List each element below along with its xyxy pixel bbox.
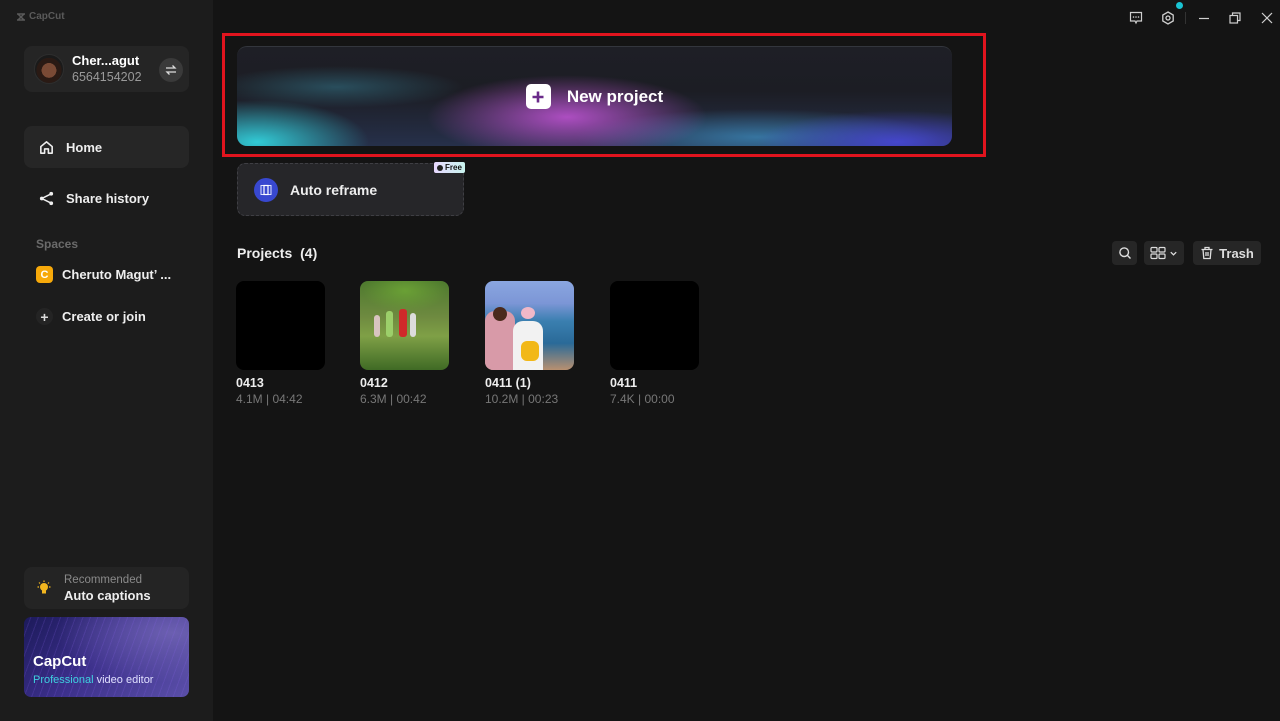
project-meta: 4.1M | 04:42 [236,392,303,406]
sidebar-item-label: Share history [66,190,150,206]
promo-subtitle-rest: video editor [93,674,154,686]
close-icon [1261,12,1273,24]
minimize-button[interactable] [1196,10,1212,26]
free-badge-icon [437,164,443,171]
free-badge-label: Free [445,163,462,172]
sidebar: CapCut Cher...agut 6564154202 Home Share… [0,0,213,721]
promo-title: CapCut [33,653,87,670]
sidebar-item-home[interactable]: Home [24,126,189,168]
capcut-pro-promo-banner[interactable]: CapCut Professional video editor [24,617,189,697]
recommended-auto-captions[interactable]: Recommended Auto captions [24,567,189,609]
project-thumbnail[interactable] [236,281,325,370]
minimize-icon [1199,17,1209,20]
promo-subtitle-accent: Professional [33,674,94,686]
auto-reframe-button[interactable]: Auto reframe [237,163,464,216]
grid-view-icon [1150,246,1166,260]
project-thumbnail[interactable] [485,281,574,370]
plus-icon [525,84,551,109]
capcut-logo-icon [17,12,25,21]
project-card[interactable]: 0413 4.1M | 04:42 [236,281,326,407]
create-or-join-button[interactable]: + Create or join [36,308,146,325]
promo-subtitle: Professional video editor [33,674,153,686]
space-badge: C [36,266,53,283]
app-logo-text: CapCut [29,11,65,22]
settings-button[interactable] [1160,10,1176,26]
account-card[interactable]: Cher...agut 6564154202 [24,46,189,92]
account-name: Cher...agut [72,53,140,68]
thumbnail-figure [410,313,416,337]
auto-reframe-label: Auto reframe [290,181,378,198]
project-name: 0412 [360,376,388,390]
create-or-join-label: Create or join [62,309,146,324]
new-project-label: New project [566,86,664,106]
trash-button[interactable]: Trash [1193,241,1261,265]
thumbnail-figure [374,315,380,337]
close-button[interactable] [1259,10,1275,26]
recommended-title: Auto captions [64,588,151,603]
thumbnail-figure [521,307,535,319]
project-meta: 10.2M | 00:23 [485,392,559,406]
home-icon [40,140,53,154]
titlebar-divider [1185,12,1186,24]
projects-heading: Projects (4) [237,245,317,261]
share-icon [39,191,54,205]
project-name: 0411 (1) [485,376,531,390]
project-meta: 7.4K | 00:00 [610,392,675,406]
capcut-app: CapCut Cher...agut 6564154202 Home Share… [0,0,1280,721]
lightbulb-icon [37,580,51,594]
recommended-label: Recommended [64,574,142,586]
sidebar-item-label: Home [66,139,103,155]
thumbnail-figure [521,341,539,361]
project-thumbnail[interactable] [610,281,699,370]
thumbnail-figure [493,307,507,321]
projects-count: (4) [300,245,318,261]
trash-label: Trash [1219,245,1254,261]
plus-icon: + [36,308,53,325]
feedback-icon [1129,11,1143,25]
view-mode-dropdown[interactable] [1144,241,1184,265]
space-name: Cheruto Magut’ ... [62,267,172,282]
restore-button[interactable] [1227,10,1243,26]
notification-dot [1176,2,1183,9]
project-card[interactable]: 0412 6.3M | 00:42 [360,281,450,407]
project-thumbnail[interactable] [360,281,449,370]
chevron-down-icon [1170,251,1177,256]
switch-account-button[interactable] [159,58,183,82]
project-name: 0411 [610,376,638,390]
spaces-heading: Spaces [36,237,79,251]
app-logo: CapCut [16,11,65,22]
reframe-icon [254,177,278,202]
settings-icon [1162,11,1174,25]
restore-icon [1229,12,1241,24]
space-item[interactable]: C Cheruto Magut’ ... [36,266,171,283]
feedback-button[interactable] [1128,10,1144,26]
trash-icon [1201,246,1213,260]
project-meta: 6.3M | 00:42 [360,392,427,406]
swap-arrows-icon [165,65,177,75]
account-id: 6564154202 [72,70,142,84]
new-project-button[interactable]: New project [237,46,952,146]
thumbnail-figure [386,311,393,337]
search-icon [1118,247,1131,259]
search-projects-button[interactable] [1112,241,1137,265]
thumbnail-figure [399,309,407,337]
projects-title: Projects [237,245,293,261]
avatar[interactable] [34,54,64,84]
project-name: 0413 [236,376,264,390]
project-card[interactable]: 0411 7.4K | 00:00 [610,281,700,407]
sidebar-item-share-history[interactable]: Share history [24,177,189,219]
free-badge: Free [434,162,465,173]
project-card[interactable]: 0411 (1) 10.2M | 00:23 [485,281,575,407]
